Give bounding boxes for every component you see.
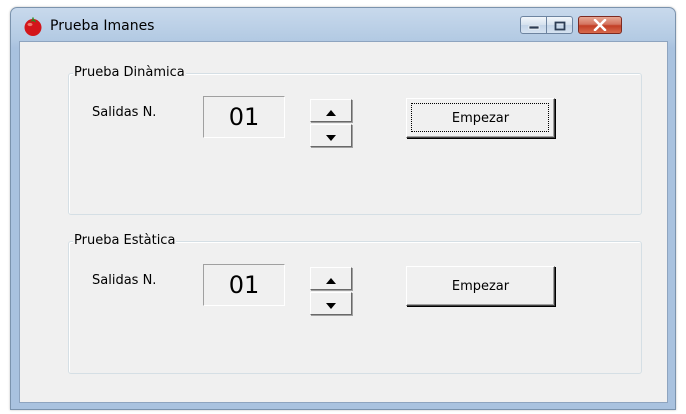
window-title: Prueba Imanes — [50, 18, 155, 34]
dynamic-start-button[interactable]: Empezar — [406, 98, 555, 138]
arrow-up-icon — [326, 269, 336, 288]
dynamic-decrement-button[interactable] — [310, 124, 352, 147]
dynamic-outputs-label: Salidas N. — [92, 105, 157, 120]
maximize-button[interactable] — [546, 16, 573, 34]
close-button[interactable] — [578, 16, 622, 34]
minimize-button[interactable] — [520, 16, 547, 34]
static-group-legend: Prueba Estàtica — [73, 233, 177, 249]
static-increment-button[interactable] — [310, 267, 352, 290]
arrow-down-icon — [326, 294, 336, 313]
client-area: Prueba Dinàmica Salidas N. 01 Empezar Pr… — [19, 41, 668, 403]
arrow-down-icon — [326, 126, 336, 145]
arrow-up-icon — [326, 101, 336, 120]
static-start-button[interactable]: Empezar — [406, 266, 555, 306]
close-icon — [593, 16, 607, 35]
minimize-icon — [528, 16, 540, 35]
dynamic-outputs-value: 01 — [203, 96, 285, 138]
dynamic-group-legend: Prueba Dinàmica — [73, 65, 186, 81]
dynamic-test-group: Prueba Dinàmica Salidas N. 01 Empezar — [68, 65, 642, 215]
static-test-group: Prueba Estàtica Salidas N. 01 Empezar — [68, 233, 642, 374]
dynamic-increment-button[interactable] — [310, 99, 352, 122]
title-bar[interactable]: Prueba Imanes — [11, 8, 675, 42]
maximize-icon — [554, 16, 566, 35]
tomato-icon — [22, 15, 44, 37]
static-outputs-value: 01 — [203, 264, 285, 306]
app-window: Prueba Imanes Prueba Dinàmica Salidas N.… — [10, 7, 676, 410]
static-decrement-button[interactable] — [310, 292, 352, 315]
static-outputs-label: Salidas N. — [92, 273, 157, 288]
